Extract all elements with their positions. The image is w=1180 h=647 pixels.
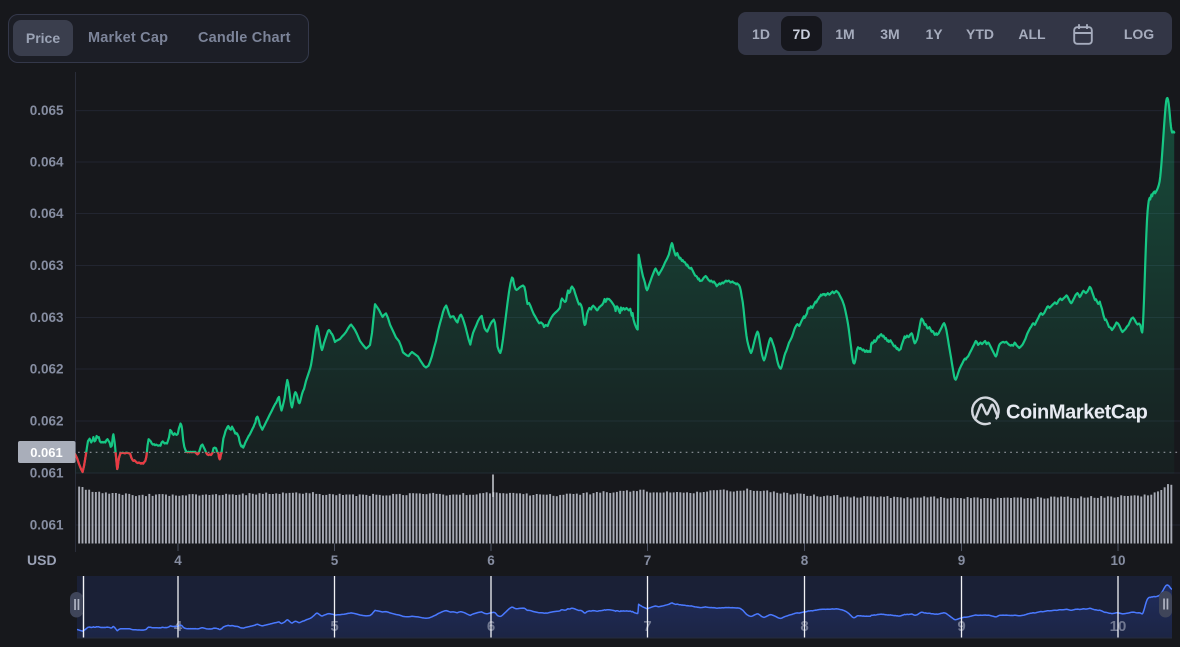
svg-text:0.061: 0.061: [30, 466, 64, 481]
svg-text:8: 8: [801, 553, 809, 568]
svg-text:0.065: 0.065: [30, 103, 64, 118]
svg-text:0.063: 0.063: [30, 310, 64, 325]
svg-text:7: 7: [644, 553, 652, 568]
svg-text:0.062: 0.062: [30, 362, 64, 377]
svg-text:0.061: 0.061: [30, 518, 64, 533]
svg-text:9: 9: [958, 553, 966, 568]
svg-text:0.064: 0.064: [30, 206, 64, 221]
svg-text:USD: USD: [27, 552, 57, 568]
svg-text:0.064: 0.064: [30, 155, 64, 170]
svg-text:0.062: 0.062: [30, 414, 64, 429]
svg-text:10: 10: [1110, 553, 1125, 568]
svg-text:0.061: 0.061: [30, 445, 63, 460]
svg-text:5: 5: [331, 553, 339, 568]
svg-text:CoinMarketCap: CoinMarketCap: [1006, 402, 1148, 424]
svg-text:6: 6: [487, 553, 495, 568]
svg-text:4: 4: [174, 553, 182, 568]
svg-text:0.063: 0.063: [30, 258, 64, 273]
